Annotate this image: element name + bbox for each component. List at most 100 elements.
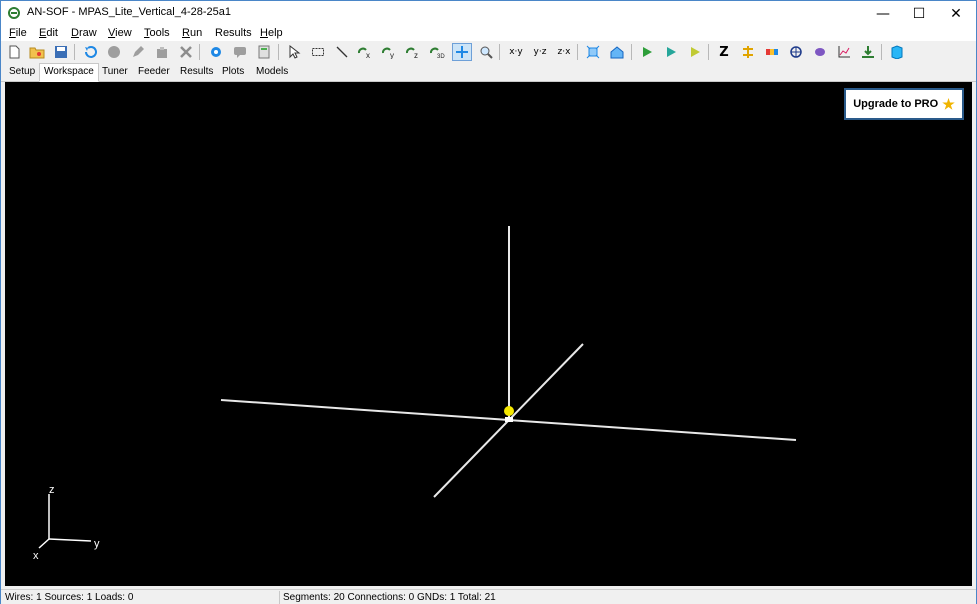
book-manual-icon[interactable]	[888, 43, 906, 61]
rotate-x-icon[interactable]: x	[357, 43, 375, 61]
menu-file-accel: F	[9, 27, 16, 39]
menu-results-label: Results	[215, 27, 252, 39]
menu-help[interactable]: Help	[260, 27, 283, 39]
zin-label: Z	[719, 44, 729, 60]
new-file-icon[interactable]	[5, 43, 23, 61]
close-button[interactable]: ✕	[936, 1, 976, 26]
tab-setup[interactable]: Setup	[5, 64, 39, 81]
run-sweep-icon[interactable]	[662, 43, 680, 61]
svg-text:z: z	[414, 51, 418, 59]
tab-feeder[interactable]: Feeder	[134, 64, 174, 81]
toolbar-separator	[631, 44, 632, 60]
settings-gear-icon[interactable]	[207, 43, 225, 61]
toolbar-separator	[74, 44, 75, 60]
export-download-icon[interactable]	[859, 43, 877, 61]
calculator-icon[interactable]	[255, 43, 273, 61]
menu-edit-label: dit	[46, 27, 58, 39]
toolbar: x y z 3D x·y y·z z·x Z	[1, 41, 976, 63]
menu-draw[interactable]: Draw	[71, 27, 97, 39]
maximize-button[interactable]: ☐	[899, 1, 939, 26]
upgrade-to-pro-button[interactable]: Upgrade to PRO ★	[844, 88, 964, 120]
run-fast-icon[interactable]	[686, 43, 704, 61]
ground-connection-marker	[505, 417, 513, 422]
axis-label-z: z	[49, 484, 55, 496]
menu-help-label: elp	[267, 27, 283, 39]
y-axis-line	[48, 538, 92, 542]
rectangle-select-icon[interactable]	[309, 43, 327, 61]
antenna-model-view: z y x	[33, 226, 797, 562]
ansof-logo-icon	[8, 7, 20, 19]
paste-icon[interactable]	[153, 43, 171, 61]
view-zx-button[interactable]: z·x	[553, 43, 575, 61]
rotate-3d-icon[interactable]: 3D	[429, 43, 447, 61]
pencil-icon[interactable]	[129, 43, 147, 61]
minimize-button[interactable]: —	[863, 1, 903, 26]
title-bar: AN-SOF - MPAS_Lite_Vertical_4-28-25a1 — …	[1, 1, 976, 26]
home-view-icon[interactable]	[608, 43, 626, 61]
stop-icon[interactable]	[105, 43, 123, 61]
toolbar-separator	[278, 44, 279, 60]
tab-tuner[interactable]: Tuner	[98, 64, 132, 81]
menu-tools[interactable]: Tools	[144, 27, 170, 39]
toolbar-separator	[708, 44, 709, 60]
menu-edit[interactable]: Edit	[39, 27, 58, 39]
color-map-icon[interactable]	[763, 43, 781, 61]
menu-draw-accel: D	[71, 27, 79, 39]
star-icon: ★	[942, 95, 955, 112]
fit-view-icon[interactable]	[584, 43, 602, 61]
run-icon[interactable]	[638, 43, 656, 61]
menu-run-accel: R	[182, 27, 190, 39]
rotate-z-icon[interactable]: z	[405, 43, 423, 61]
current-distribution-icon[interactable]	[739, 43, 757, 61]
save-icon[interactable]	[52, 43, 70, 61]
axis-label-y: y	[94, 538, 100, 550]
toolbar-separator	[881, 44, 882, 60]
svg-text:3D: 3D	[437, 54, 445, 59]
menu-file[interactable]: File	[9, 27, 27, 39]
pan-move-icon[interactable]	[452, 43, 472, 61]
menu-view-label: iew	[115, 27, 132, 39]
upgrade-label: Upgrade to PRO	[853, 98, 939, 110]
tab-plots[interactable]: Plots	[218, 64, 248, 81]
window-title: AN-SOF - MPAS_Lite_Vertical_4-28-25a1	[27, 6, 231, 18]
axis-label-x: x	[33, 550, 39, 562]
toolbar-separator	[199, 44, 200, 60]
radiation-pattern-icon[interactable]	[787, 43, 805, 61]
tab-models[interactable]: Models	[252, 64, 292, 81]
x-axis-line	[38, 538, 50, 549]
input-impedance-zin-icon[interactable]: Z	[715, 43, 733, 61]
draw-line-icon[interactable]	[333, 43, 351, 61]
status-separator	[279, 591, 280, 604]
delete-icon[interactable]	[177, 43, 195, 61]
pattern-3d-icon[interactable]	[811, 43, 829, 61]
svg-text:x: x	[366, 51, 370, 59]
menu-run[interactable]: Run	[182, 27, 202, 39]
tab-results[interactable]: Results	[176, 64, 217, 81]
status-model-counts: Wires: 1 Sources: 1 Loads: 0	[5, 592, 134, 603]
zoom-icon[interactable]	[477, 43, 495, 61]
menu-results[interactable]: Results	[215, 27, 252, 39]
menu-help-accel: H	[260, 27, 268, 39]
toolbar-separator	[499, 44, 500, 60]
source-feed-point[interactable]	[504, 406, 514, 416]
undo-icon[interactable]	[81, 43, 99, 61]
view-xy-button[interactable]: x·y	[505, 43, 527, 61]
tab-strip: Setup Workspace Tuner Feeder Results Plo…	[1, 63, 976, 82]
view-yz-button[interactable]: y·z	[529, 43, 551, 61]
app-window: AN-SOF - MPAS_Lite_Vertical_4-28-25a1 — …	[0, 0, 977, 604]
rotate-y-icon[interactable]: y	[381, 43, 399, 61]
menu-view[interactable]: View	[108, 27, 132, 39]
menu-tools-label: ools	[149, 27, 170, 39]
open-folder-icon[interactable]	[28, 43, 46, 61]
workspace-canvas[interactable]: z y x Upgrade to PRO ★	[5, 82, 972, 586]
menu-file-label: ile	[15, 27, 27, 39]
menu-bar: File Edit Draw View Tools Run Results He…	[1, 26, 976, 41]
status-mesh-counts: Segments: 20 Connections: 0 GNDs: 1 Tota…	[283, 592, 496, 603]
axis-gizmo: z y x	[33, 484, 100, 562]
select-pointer-icon[interactable]	[285, 43, 303, 61]
tab-workspace[interactable]: Workspace	[39, 63, 99, 82]
svg-text:y: y	[390, 51, 394, 59]
toolbar-separator	[577, 44, 578, 60]
comment-icon[interactable]	[231, 43, 249, 61]
plot-chart-icon[interactable]	[835, 43, 853, 61]
